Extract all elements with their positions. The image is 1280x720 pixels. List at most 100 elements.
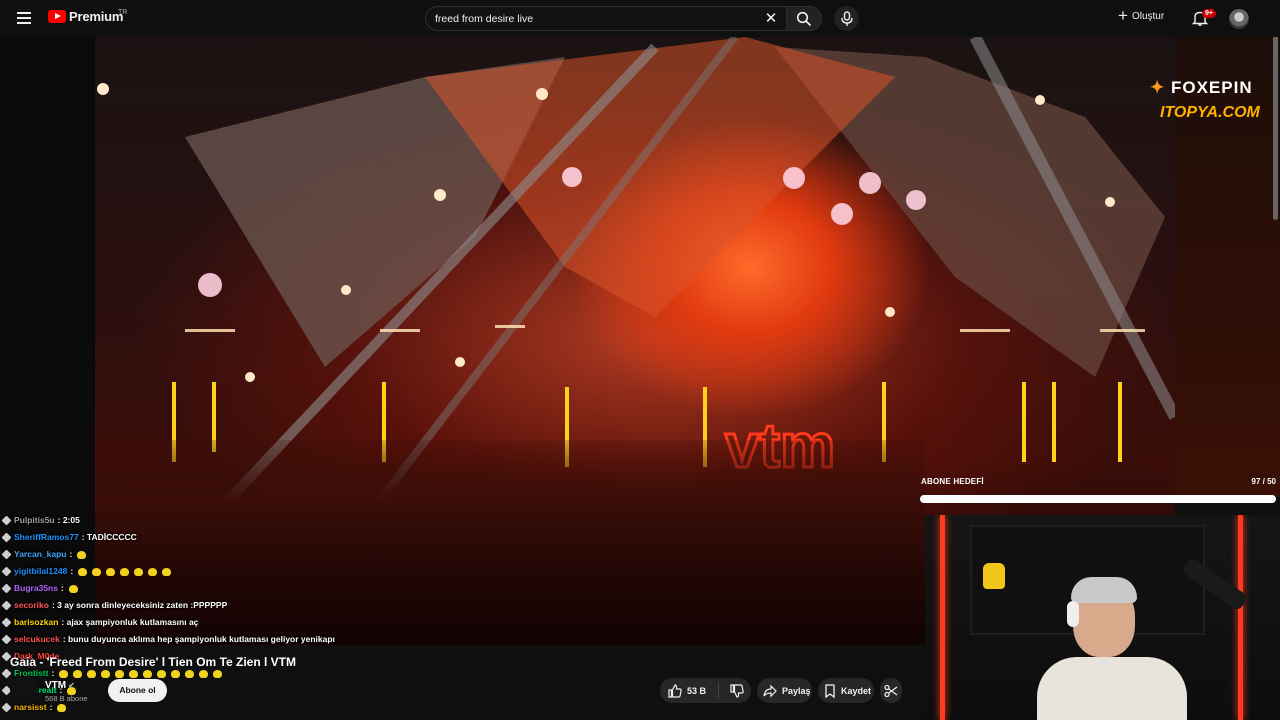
webcam-overlay — [925, 515, 1280, 720]
chat-text: : bunu duyunca aklıma hep şampiyonluk ku… — [62, 634, 335, 644]
scrollbar-thumb[interactable] — [1273, 5, 1278, 220]
youtube-watch-page: Premium TR freed from desire live ✕ + Ol… — [0, 0, 1280, 720]
goal-label: ABONE HEDEFİ — [921, 477, 984, 486]
chat-badge-icon — [2, 533, 11, 542]
menu-button[interactable] — [14, 8, 34, 28]
video-actions: 53 B Paylaş Kaydet — [660, 678, 902, 703]
chat-badge-icon — [2, 550, 11, 559]
channel-name[interactable]: VTM ✔ — [45, 680, 75, 691]
emote-icon — [68, 584, 78, 593]
chat-username[interactable]: Pulpitis5u — [14, 512, 55, 529]
save-button[interactable]: Kaydet — [818, 678, 874, 703]
chat-text: : 3 ay sonra dinleyeceksiniz zaten :PPPP… — [51, 600, 228, 610]
emote-icon — [143, 669, 153, 678]
chat-message: barisozkan: ajax şampiyonluk kutlamasını… — [2, 614, 402, 631]
subscribe-button[interactable]: Abone ol — [108, 679, 167, 702]
create-button[interactable]: + Oluştur — [1118, 6, 1164, 25]
emote-icon — [120, 567, 130, 576]
pikachu-figure — [983, 563, 1005, 589]
plus-icon: + — [1118, 6, 1128, 25]
chat-message: secoriko: 3 ay sonra dinleyeceksiniz zat… — [2, 597, 402, 614]
search-box[interactable]: freed from desire live ✕ — [425, 6, 787, 31]
top-bar: Premium TR freed from desire live ✕ + Ol… — [0, 0, 1280, 37]
subscriber-count: 568 B abone — [45, 694, 88, 703]
chat-badge-icon — [2, 601, 11, 610]
fox-logo-icon: ✦ — [1150, 78, 1166, 97]
chat-badge-icon — [2, 567, 11, 576]
brand-label: Premium — [69, 9, 124, 24]
emote-icon — [87, 669, 97, 678]
bookmark-icon — [825, 683, 835, 698]
goal-progress-fill — [922, 497, 1274, 501]
chat-badge-icon — [2, 669, 11, 678]
search-button[interactable] — [786, 6, 822, 31]
emote-icon — [162, 567, 172, 576]
youtube-premium-logo[interactable]: Premium — [48, 9, 123, 24]
chat-text: : ajax şampiyonluk kutlamasını aç — [61, 617, 199, 627]
emote-icon — [101, 669, 111, 678]
save-label: Kaydet — [841, 685, 872, 696]
clear-search-button[interactable]: ✕ — [762, 10, 780, 28]
led-strip-right — [1238, 515, 1243, 720]
emote-icon — [77, 550, 87, 559]
account-avatar[interactable] — [1229, 9, 1249, 29]
streamer-hoodie — [1037, 657, 1187, 720]
channel-avatar[interactable] — [10, 676, 38, 704]
verified-icon: ✔ — [68, 681, 75, 690]
thumbs-up-icon — [668, 683, 682, 698]
watermark-text-1: FOXEPIN — [1170, 78, 1253, 97]
chat-text: : — [70, 566, 74, 576]
voice-search-button[interactable] — [834, 6, 859, 31]
search-input[interactable]: freed from desire live — [435, 13, 533, 25]
emote-icon — [59, 669, 69, 678]
share-button[interactable]: Paylaş — [757, 678, 812, 703]
chat-username[interactable]: SheriffRamos77 — [14, 529, 79, 546]
emote-icon — [129, 669, 139, 678]
emote-icon — [157, 669, 167, 678]
subscriber-goal-widget: ABONE HEDEFİ 97 / 50 — [918, 475, 1280, 515]
chat-text: : 2:05 — [57, 515, 80, 525]
chat-username[interactable]: Bugra35ns — [14, 580, 58, 597]
share-icon — [763, 684, 777, 697]
chat-badge-icon — [2, 618, 11, 627]
emote-icon — [171, 669, 181, 678]
chat-username[interactable]: selcukucek — [14, 631, 60, 648]
watermark-line-2: ITOPYA.COM — [1160, 104, 1260, 121]
chat-username[interactable]: secoriko — [14, 597, 49, 614]
emote-icon — [106, 567, 116, 576]
chat-badge-icon — [2, 635, 11, 644]
like-button[interactable]: 53 B — [660, 678, 714, 703]
clip-button[interactable] — [880, 678, 902, 703]
dislike-button[interactable] — [722, 678, 751, 703]
chat-message: Yarcan_kapu: — [2, 546, 402, 563]
emote-icon — [185, 669, 195, 678]
emote-icon — [78, 567, 88, 576]
chat-badge-icon — [2, 516, 11, 525]
chat-message: selcukucek: bunu duyunca aklıma hep şamp… — [2, 631, 402, 648]
emote-icon — [134, 567, 144, 576]
video-title: Gaia - 'Freed From Desire' l Tien Om Te … — [10, 655, 296, 669]
search-icon — [796, 11, 812, 27]
chat-badge-icon — [2, 703, 11, 712]
thumbs-down-icon — [729, 683, 744, 698]
emote-icon — [57, 703, 67, 712]
emote-icon — [92, 567, 102, 576]
chat-username[interactable]: yigitbilal1248 — [14, 563, 67, 580]
streamer-beanie — [1071, 577, 1137, 603]
goal-progress-bar — [920, 495, 1276, 503]
chat-text: : — [69, 549, 73, 559]
emote-icon — [213, 669, 223, 678]
like-dislike-group: 53 B — [660, 678, 751, 703]
menu-icon-line — [17, 17, 31, 19]
chat-username[interactable]: barisozkan — [14, 614, 58, 631]
channel-name-text: VTM — [45, 680, 67, 691]
emote-icon — [73, 669, 83, 678]
chat-username[interactable]: Yarcan_kapu — [14, 546, 66, 563]
notification-badge: 9+ — [1202, 9, 1216, 18]
mic-icon — [841, 11, 853, 26]
watermark-line-1: ✦ FOXEPIN — [1150, 78, 1260, 98]
headphone-icon — [1067, 601, 1079, 627]
chat-text: : — [60, 583, 64, 593]
chat-message: Pulpitis5u: 2:05 — [2, 512, 402, 529]
like-count: 53 B — [687, 685, 707, 696]
